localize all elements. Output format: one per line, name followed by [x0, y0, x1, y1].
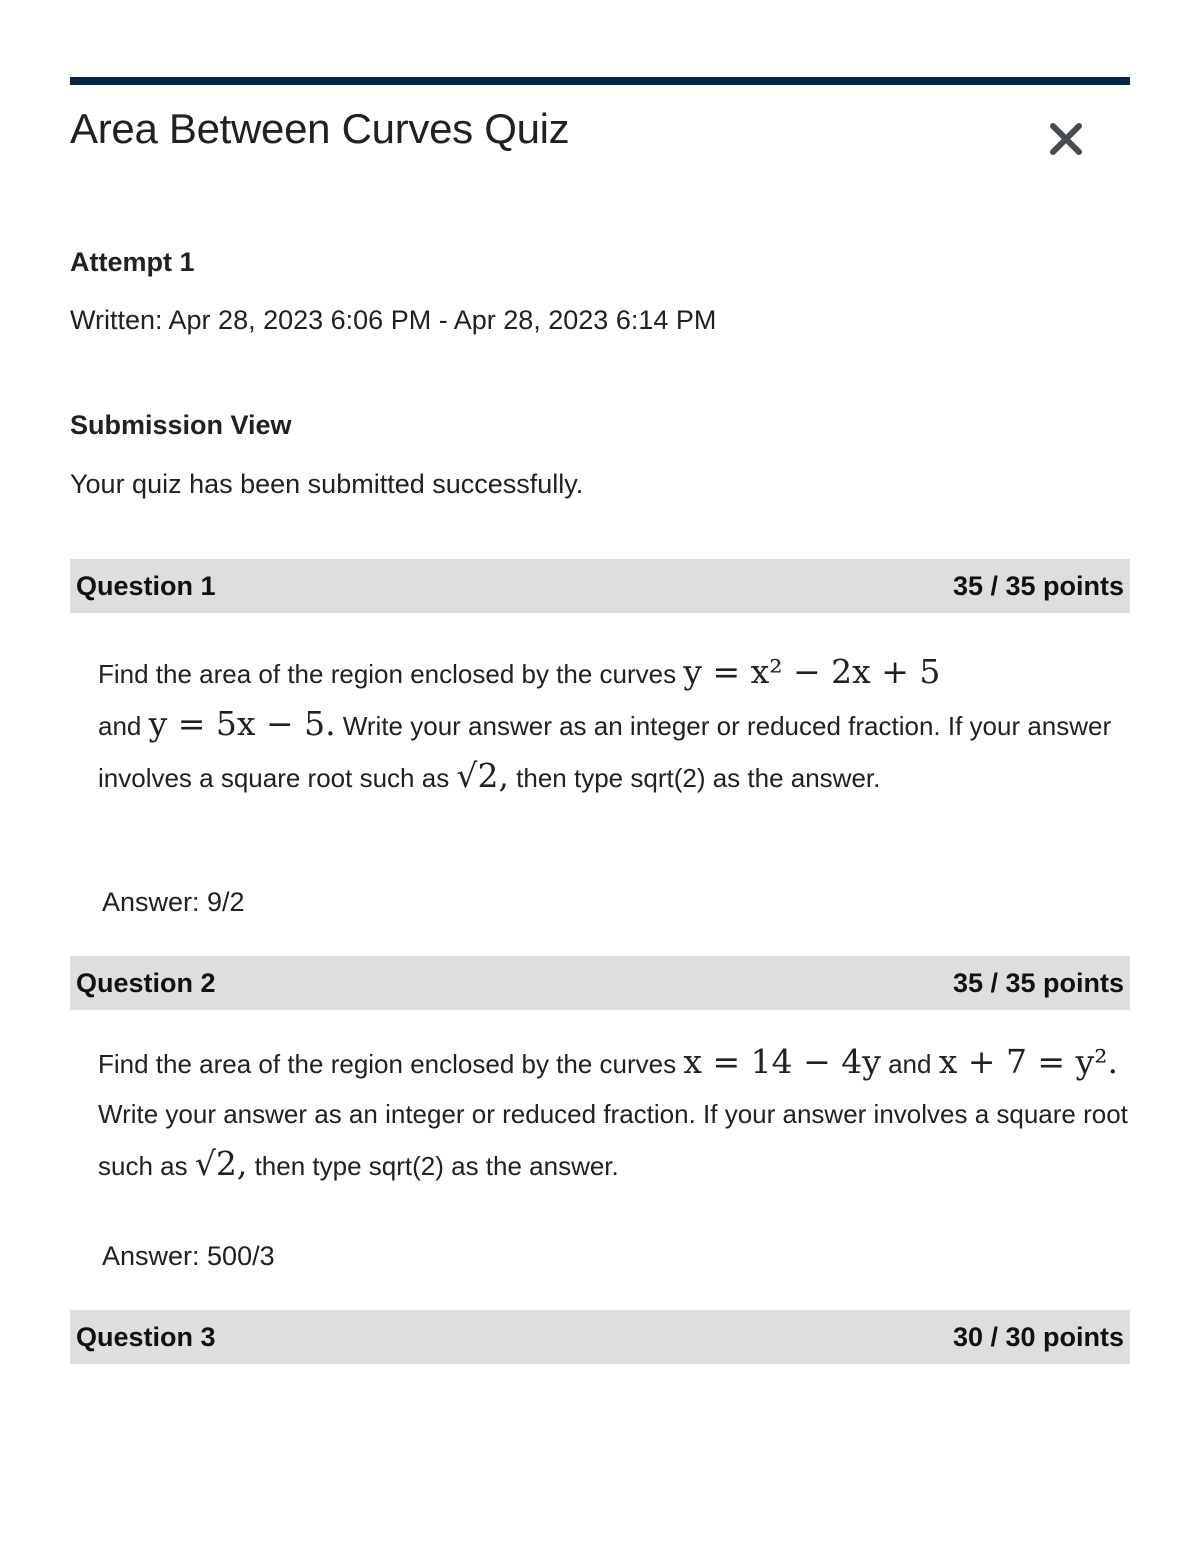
attempt-label: Attempt 1	[70, 247, 195, 277]
question-1-text: Find the area of the region enclosed by …	[98, 647, 1128, 803]
question-3-label: Question 3	[76, 1321, 216, 1352]
question-2-score: 35 / 35 points	[952, 967, 1124, 998]
submission-view-heading: Submission View	[70, 410, 292, 440]
close-button[interactable]	[1048, 121, 1084, 157]
quiz-submission-page: Area Between Curves Quiz Attempt 1 Writt…	[70, 77, 1130, 1364]
title-row: Area Between Curves Quiz	[70, 85, 1130, 175]
question-1-equation-2: y = 5x − 5.	[148, 704, 336, 743]
question-2-intro: Find the area of the region enclosed by …	[98, 1049, 684, 1079]
question-2-joiner: and	[880, 1049, 939, 1079]
question-2-equation-1: x = 14 − 4y	[683, 1042, 881, 1081]
close-x-icon	[1050, 123, 1082, 155]
question-1-intro: Find the area of the region enclosed by …	[98, 659, 684, 689]
question-2-instructions-2: then type sqrt(2) as the answer.	[247, 1151, 619, 1181]
question-2-text: Find the area of the region enclosed by …	[98, 1037, 1128, 1191]
question-1-sqrt-example: √2,	[456, 756, 509, 795]
question-1-label: Question 1	[76, 570, 216, 601]
question-1-header: Question 1 35 / 35 points	[70, 559, 1130, 613]
question-1-instructions-2: then type sqrt(2) as the answer.	[508, 763, 881, 793]
question-2-sqrt-example: √2,	[194, 1144, 248, 1183]
top-accent-bar	[70, 77, 1130, 85]
question-3-score: 30 / 30 points	[952, 1321, 1124, 1352]
submission-success-message: Your quiz has been submitted successfull…	[70, 469, 584, 499]
question-2-equation-2: x + 7 = y².	[938, 1042, 1118, 1081]
question-1-score: 35 / 35 points	[952, 570, 1124, 601]
question-1-equation-1: y = x² − 2x + 5	[683, 652, 941, 691]
question-2-header: Question 2 35 / 35 points	[70, 956, 1130, 1010]
question-3-header: Question 3 30 / 30 points	[70, 1310, 1130, 1364]
question-1-answer: Answer: 9/2	[102, 887, 245, 917]
question-2-answer: Answer: 500/3	[102, 1241, 275, 1271]
written-timestamp: Written: Apr 28, 2023 6:06 PM - Apr 28, …	[70, 305, 717, 335]
page-title: Area Between Curves Quiz	[70, 105, 570, 152]
question-1-joiner: and	[98, 711, 149, 741]
question-2-label: Question 2	[76, 967, 216, 998]
